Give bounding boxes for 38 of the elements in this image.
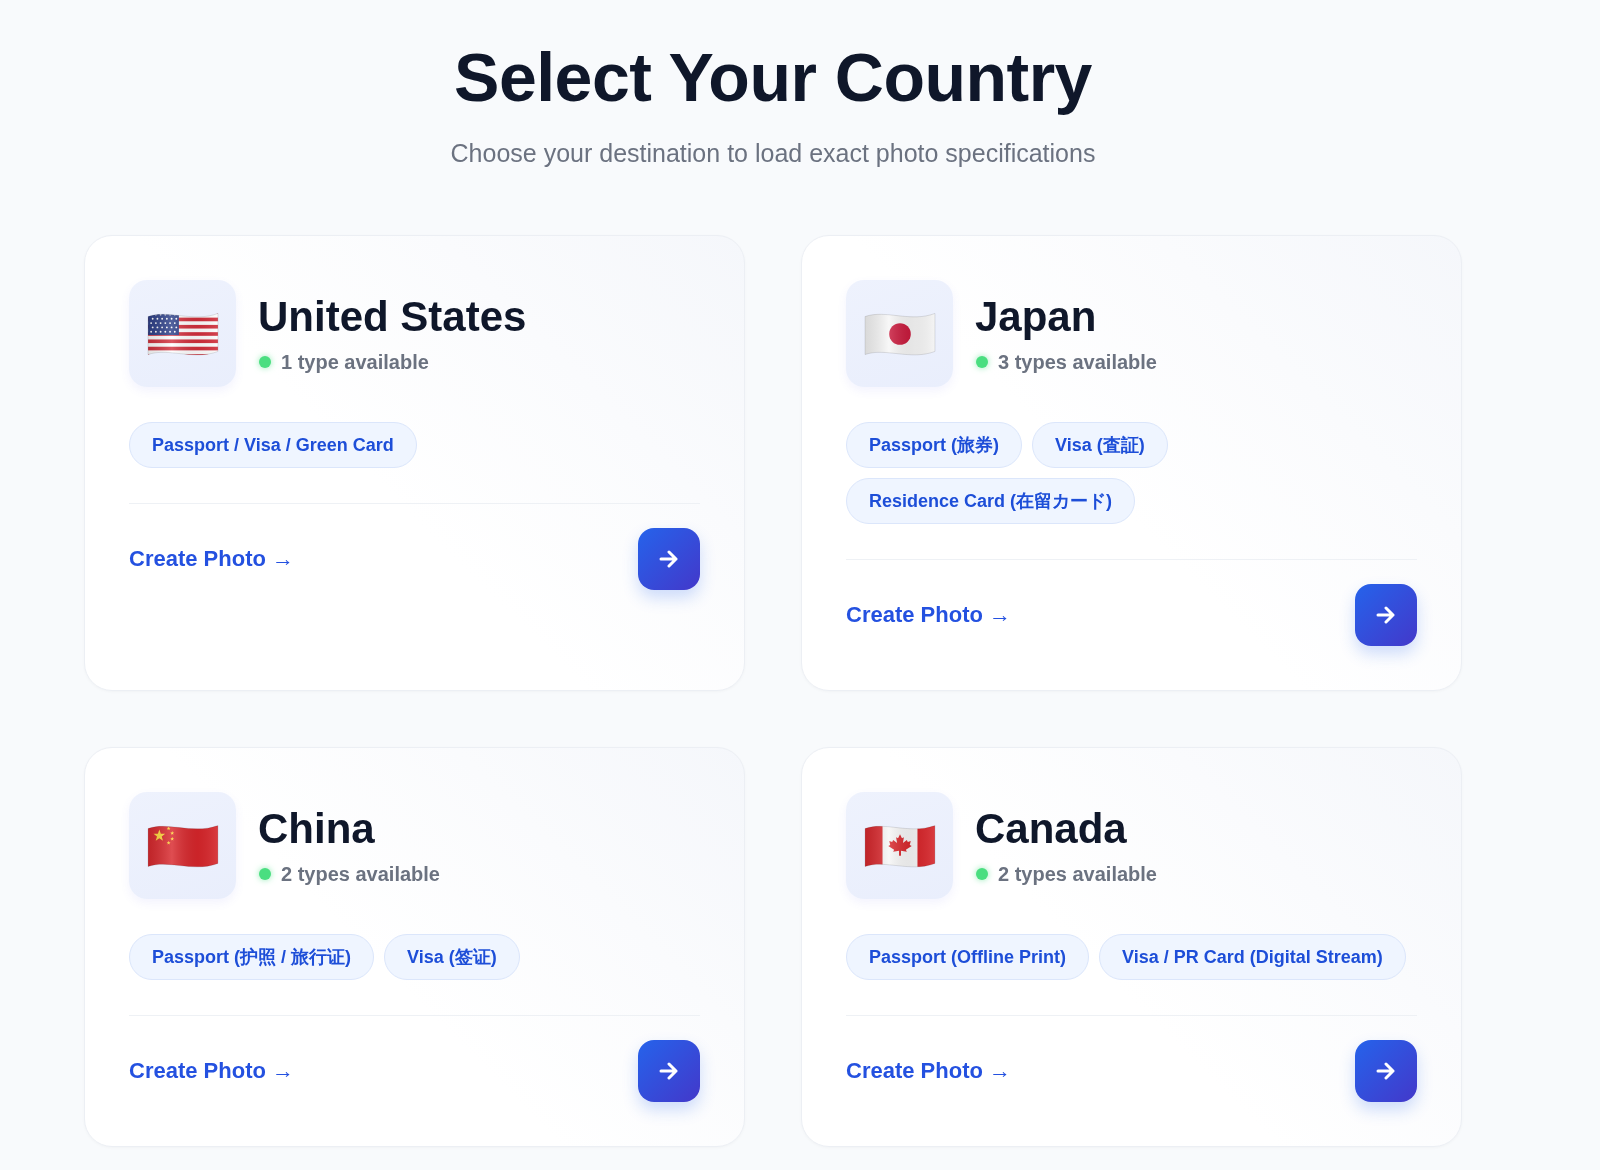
document-type-tag: Visa / PR Card (Digital Stream)	[1099, 934, 1406, 980]
create-photo-link[interactable]: Create Photo →	[129, 546, 295, 572]
canada-flag-icon	[846, 792, 953, 899]
china-flag-icon	[129, 792, 236, 899]
next-arrow-button[interactable]	[1355, 1040, 1417, 1102]
document-type-tag: Visa (査証)	[1032, 422, 1168, 468]
arrow-right-icon	[659, 550, 679, 568]
document-type-tag: Passport (旅券)	[846, 422, 1023, 468]
country-name: Japan	[975, 293, 1098, 341]
availability-text: 3 types available	[998, 350, 1157, 374]
country-name: United States	[258, 293, 527, 341]
arrow-right-icon	[1376, 1062, 1396, 1080]
document-type-tag: Passport (Offline Print)	[846, 934, 1089, 980]
page-title: Select Your Country	[453, 40, 1093, 115]
document-type-tag: Visa (签证)	[384, 934, 520, 980]
create-photo-link[interactable]: Create Photo →	[846, 1058, 1012, 1084]
availability-text: 2 types available	[281, 862, 440, 886]
arrow-right-icon	[1376, 606, 1396, 624]
page-subtitle: Choose your destination to load exact photo specifications	[449, 138, 1097, 169]
next-arrow-button[interactable]	[638, 1040, 700, 1102]
status-dot-icon	[976, 356, 988, 368]
japan-flag-icon	[846, 280, 953, 387]
create-photo-link[interactable]: Create Photo →	[846, 602, 1012, 628]
status-dot-icon	[259, 356, 271, 368]
status-dot-icon	[976, 868, 988, 880]
country-name: Canada	[975, 805, 1128, 853]
availability-text: 2 types available	[998, 862, 1157, 886]
document-type-tag: Passport / Visa / Green Card	[129, 422, 417, 468]
status-dot-icon	[259, 868, 271, 880]
document-type-tag: Residence Card (在留カード)	[846, 478, 1136, 524]
country-name: China	[258, 805, 376, 853]
next-arrow-button[interactable]	[638, 528, 700, 590]
create-photo-link[interactable]: Create Photo →	[129, 1058, 295, 1084]
availability-text: 1 type available	[281, 350, 429, 374]
arrow-right-icon	[659, 1062, 679, 1080]
document-type-tag: Passport (护照 / 旅行证)	[129, 934, 375, 980]
us-flag-icon	[129, 280, 236, 387]
next-arrow-button[interactable]	[1355, 584, 1417, 646]
